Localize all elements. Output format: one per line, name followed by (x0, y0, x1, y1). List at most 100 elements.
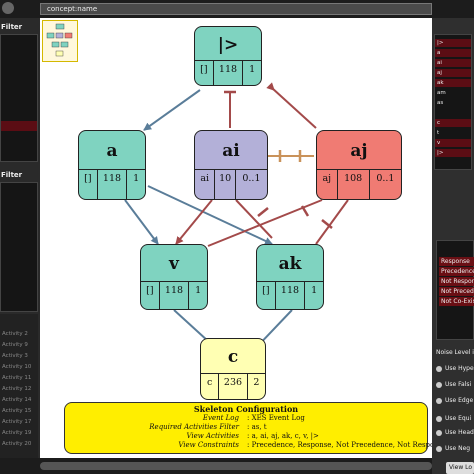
list-item[interactable]: Activity 19 (0, 429, 36, 437)
list-item[interactable]: t (435, 129, 471, 137)
list-item[interactable]: Activity 15 (0, 407, 36, 415)
list-item[interactable]: Not Response (439, 277, 474, 286)
activity-list[interactable]: Activity 2 Activity 9 Activity 3 Activit… (0, 314, 38, 464)
node-ak[interactable]: ak [] 118 1 (256, 244, 324, 310)
option-label: Use Falsi (445, 381, 472, 388)
skeleton-value: : XES Event Log (247, 414, 305, 422)
node-cell: aj (317, 170, 338, 199)
list-item[interactable]: Activity 2 (0, 330, 36, 338)
skeleton-row: Event Log : XES Event Log (65, 414, 427, 423)
option-row[interactable]: Use Falsi (436, 380, 474, 390)
option-row[interactable]: Use Equi (436, 414, 474, 424)
node-cell: [] (257, 282, 276, 309)
list-item[interactable]: ai (435, 59, 471, 67)
node-cell: 118 (214, 60, 244, 85)
activity-filter-list[interactable]: |> a ai aj ak am as c t v |> (434, 34, 472, 170)
right-panel: |> a ai aj ak am as c t v |> Response Pr… (432, 18, 474, 474)
filter-list-2[interactable] (0, 182, 38, 312)
edge-start-a (143, 89, 201, 131)
node-cell: 10 (215, 170, 236, 199)
edge-aj-ak (315, 199, 349, 245)
graph-canvas[interactable]: |> [] 118 1 a [] 118 1 ai ai 10 0..1 aj … (40, 18, 432, 458)
node-cell: 1 (249, 63, 256, 75)
list-item[interactable]: Not Co-Existence (439, 297, 474, 306)
option-label: Use Head (445, 429, 474, 436)
list-item[interactable]: Not Precedence (439, 287, 474, 296)
skeleton-value: : Precedence, Response, Not Precedence, … (247, 441, 432, 449)
list-item[interactable]: ak (435, 79, 471, 87)
skeleton-key: Event Log (202, 414, 239, 422)
search-input[interactable]: concept:name (40, 3, 432, 15)
window-control-icon[interactable] (2, 2, 14, 14)
view-log-button[interactable]: View Lo (446, 462, 474, 474)
skeleton-value: : as, t (247, 423, 267, 431)
checkbox-icon[interactable] (436, 445, 442, 452)
filter-title-2: Filter (1, 171, 23, 179)
list-item[interactable]: Activity 9 (0, 341, 36, 349)
checkbox-icon[interactable] (436, 397, 442, 404)
skeleton-value: : a, ai, aj, ak, c, v, |> (247, 432, 319, 440)
node-ai-label: ai (222, 141, 240, 161)
option-label: Use Hype (445, 365, 474, 372)
node-cell: 1 (195, 285, 202, 297)
horizontal-scrollbar[interactable] (40, 462, 432, 470)
node-a[interactable]: a [] 118 1 (78, 130, 146, 200)
list-item[interactable]: Activity 17 (0, 418, 36, 426)
list-item[interactable]: c (435, 119, 471, 127)
skeleton-key: View Constraints (178, 441, 239, 449)
option-row[interactable]: Use Edge (436, 396, 474, 406)
checkbox-icon[interactable] (436, 381, 442, 388)
checkbox-icon[interactable] (436, 415, 442, 422)
node-cell: [] (195, 60, 214, 85)
skeleton-title: Skeleton Configuration (193, 404, 299, 414)
skeleton-row: Required Activities Filter : as, t (65, 423, 427, 432)
list-item[interactable]: as (435, 99, 471, 107)
list-item[interactable]: |> (435, 149, 471, 157)
option-row[interactable]: Use Hype (436, 364, 474, 374)
node-v-label: v (169, 254, 179, 274)
list-item[interactable]: am (435, 89, 471, 97)
edge-ai-ak-bar (257, 207, 269, 217)
option-row[interactable]: Use Neg (436, 444, 474, 454)
filter-title: Filter (1, 23, 23, 31)
filter-list[interactable] (0, 34, 38, 162)
edge-start-aj (271, 87, 317, 129)
list-item[interactable]: Activity 3 (0, 352, 36, 360)
node-v[interactable]: v [] 118 1 (140, 244, 208, 310)
left-panel: Filter Filter Activity 2 Activity 9 Acti… (0, 18, 40, 474)
constraint-list[interactable]: Response Precedence Not Response Not Pre… (436, 240, 474, 340)
selected-filter-row[interactable] (1, 121, 37, 131)
list-item[interactable]: v (435, 139, 471, 147)
node-start-label: |> (217, 35, 239, 55)
node-c[interactable]: c c 236 2 (200, 338, 266, 400)
node-cell: 108 (338, 170, 370, 199)
list-item[interactable]: a (435, 49, 471, 57)
list-item[interactable]: Activity 20 (0, 440, 36, 448)
node-aj[interactable]: aj aj 108 0..1 (316, 130, 402, 200)
list-item[interactable]: Activity 10 (0, 363, 36, 371)
list-item[interactable]: |> (435, 39, 471, 47)
list-item[interactable]: Activity 14 (0, 396, 36, 404)
checkbox-icon[interactable] (436, 365, 442, 372)
node-cell: [] (79, 170, 98, 199)
top-bar: concept:name (0, 0, 474, 18)
skeleton-row: View Constraints : Precedence, Response,… (65, 441, 432, 450)
list-item[interactable]: aj (435, 69, 471, 77)
node-aj-label: aj (350, 141, 368, 161)
list-item[interactable]: Precedence (439, 267, 474, 276)
node-cell: 1 (311, 285, 318, 297)
node-ai[interactable]: ai ai 10 0..1 (194, 130, 268, 200)
node-start[interactable]: |> [] 118 1 (194, 26, 262, 86)
skeleton-configuration: Skeleton Configuration Event Log : XES E… (64, 402, 432, 454)
node-cell: 2 (253, 376, 260, 388)
list-item[interactable]: Activity 11 (0, 374, 36, 382)
node-cell: 1 (133, 173, 140, 185)
option-row[interactable]: Use Head (436, 428, 474, 438)
node-cell: ai (195, 170, 216, 199)
list-item[interactable]: Activity 12 (0, 385, 36, 393)
node-cell: 0..1 (376, 173, 395, 185)
checkbox-icon[interactable] (436, 429, 442, 436)
list-item[interactable]: Response (439, 257, 474, 266)
node-cell: [] (141, 282, 160, 309)
node-cell: 118 (98, 170, 128, 199)
